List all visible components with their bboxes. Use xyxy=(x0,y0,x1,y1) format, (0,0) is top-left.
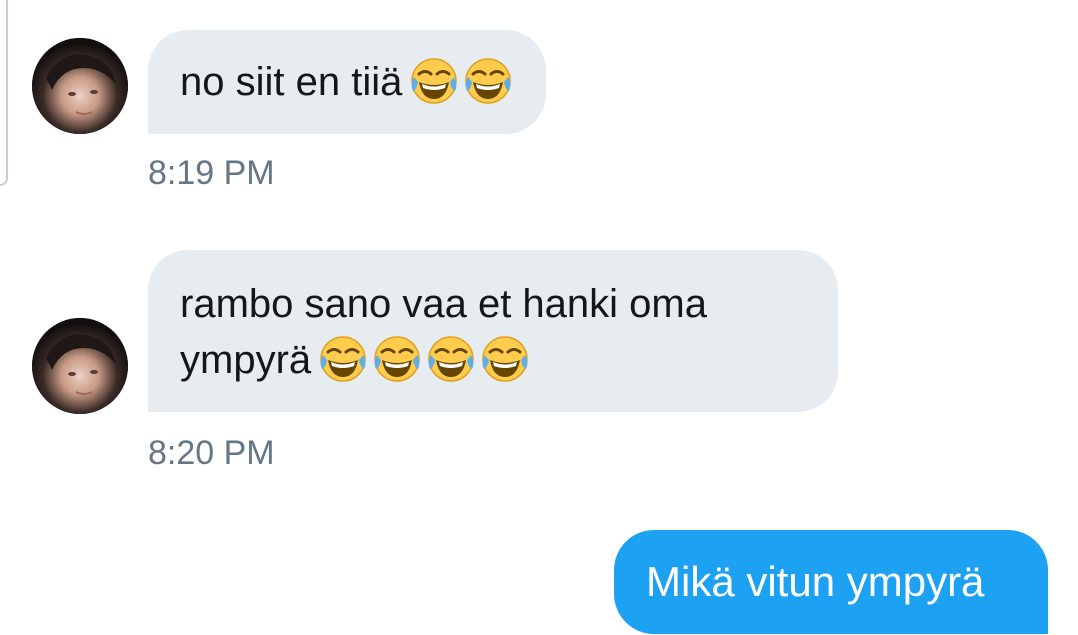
emoji-group xyxy=(408,55,514,107)
avatar-photo-icon xyxy=(32,38,128,134)
emoji-group xyxy=(317,333,531,385)
avatar[interactable] xyxy=(32,318,128,414)
message-bubble-incoming[interactable]: no siit en tiiä xyxy=(148,30,547,135)
message-timestamp: 8:20 PM xyxy=(148,434,275,472)
avatar[interactable] xyxy=(32,38,128,134)
message-text: no siit en tiiä xyxy=(180,60,403,104)
face-with-tears-of-joy-icon xyxy=(428,336,474,383)
face-with-tears-of-joy-icon xyxy=(482,336,528,383)
face-with-tears-of-joy-icon xyxy=(374,336,420,383)
message-text-line-with-emoji: ympyrä xyxy=(180,332,806,388)
dm-conversation: no siit en tiiä 8:19 PM rambo sano vaa e… xyxy=(0,0,1078,635)
face-with-tears-of-joy-icon xyxy=(320,336,366,383)
message-timestamp: 8:19 PM xyxy=(148,154,275,192)
panel-edge-divider xyxy=(0,0,8,186)
message-bubble-outgoing[interactable]: Mikä vitun ympyrä xyxy=(614,530,1048,634)
avatar-photo-icon xyxy=(32,318,128,414)
message-text: Mikä vitun ympyrä xyxy=(646,558,985,605)
message-bubble-incoming[interactable]: rambo sano vaa et hanki oma ympyrä xyxy=(148,250,838,413)
face-with-tears-of-joy-icon xyxy=(465,58,512,105)
face-with-tears-of-joy-icon xyxy=(411,58,458,105)
message-text: ympyrä xyxy=(180,338,312,382)
message-text-line: rambo sano vaa et hanki oma xyxy=(180,282,707,326)
